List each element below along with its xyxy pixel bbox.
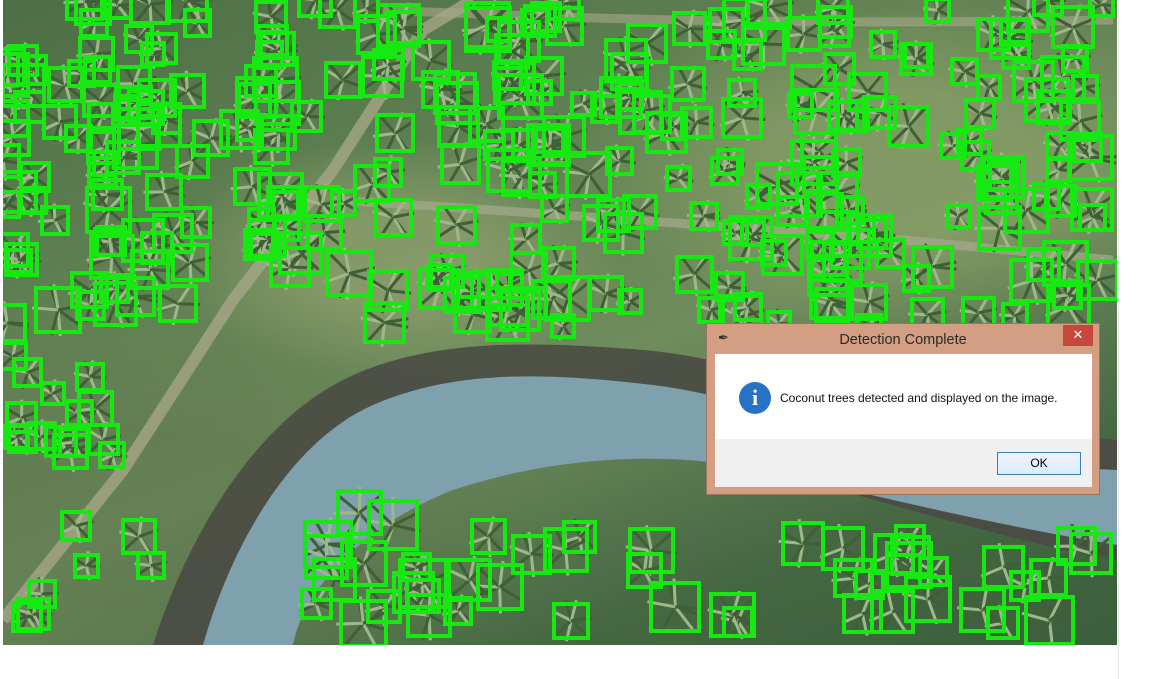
palm-crown (119, 516, 159, 555)
palm-crown (884, 102, 926, 150)
palm-crown (324, 62, 363, 101)
palm-crown (372, 111, 415, 155)
palm-crown (1021, 593, 1078, 645)
palm-crown (668, 65, 708, 104)
detection-complete-dialog: ✒ Detection Complete ✕ i Coconut trees d… (706, 323, 1100, 495)
palm-crown (1059, 44, 1091, 75)
palm-crown (168, 70, 206, 110)
palm-crown (323, 247, 376, 300)
palm-crown (360, 303, 409, 347)
palm-crown (587, 273, 626, 314)
palm-crown (908, 243, 957, 290)
palm-crown (3, 301, 29, 342)
palm-crown (527, 169, 559, 201)
palm-crown (449, 269, 493, 312)
palm-crown (72, 551, 101, 581)
palm-crown (441, 594, 472, 625)
palm-crown (3, 121, 30, 158)
palm-crown (1040, 239, 1088, 290)
palm-crown (1043, 130, 1073, 162)
palm-crown (551, 599, 593, 642)
palm-crown (252, 0, 289, 36)
palm-crown (707, 590, 758, 640)
palm-crown (778, 518, 828, 568)
palm-crown (569, 89, 598, 118)
palm-crown (288, 98, 325, 133)
palm-crown (143, 171, 186, 212)
palm-crown (170, 241, 212, 284)
palm-crown (1001, 184, 1051, 235)
palm-crown (901, 572, 954, 625)
palm-crown (829, 145, 864, 180)
palm-crown (156, 284, 201, 326)
dialog-message: Coconut trees detected and displayed on … (780, 391, 1058, 405)
dialog-footer: OK (715, 439, 1092, 487)
palm-crown (563, 153, 611, 200)
ok-button[interactable]: OK (997, 452, 1081, 475)
palm-crown (897, 40, 935, 78)
palm-crown (549, 311, 576, 341)
palm-crown (437, 141, 483, 185)
palm-crown (63, 124, 94, 155)
palm-crown (975, 73, 1003, 102)
palm-crown (663, 163, 694, 192)
palm-crown (258, 28, 298, 67)
palm-crown (178, 204, 214, 240)
close-button[interactable]: ✕ (1063, 325, 1093, 346)
palm-crown (626, 550, 665, 590)
dialog-title: Detection Complete (839, 332, 967, 348)
info-icon: i (739, 382, 771, 414)
palm-crown (1044, 154, 1074, 185)
app-window: ✒ Detection Complete ✕ i Coconut trees d… (0, 0, 1119, 679)
palm-crown (174, 142, 208, 181)
dialog-body: i Coconut trees detected and displayed o… (715, 354, 1092, 439)
palm-crown (944, 201, 972, 231)
palm-crown (963, 96, 998, 131)
palm-crown (948, 57, 980, 88)
palm-crown (73, 360, 107, 393)
palm-crown (695, 294, 727, 326)
palm-crown (848, 281, 890, 323)
palm-crown (366, 268, 412, 314)
palm-crown (712, 269, 747, 304)
palm-crown (867, 28, 899, 61)
palm-crown (39, 379, 67, 407)
palm-crown (984, 604, 1022, 640)
palm-crown (508, 222, 542, 255)
palm-crown (726, 76, 759, 109)
palm-crown (468, 516, 504, 557)
palm-crown (708, 154, 742, 185)
palm-crown (509, 531, 554, 578)
palm-crown (672, 254, 712, 296)
palm-crown (101, 0, 135, 21)
dialog-titlebar[interactable]: ✒ Detection Complete ✕ (707, 324, 1099, 354)
palm-crown (1009, 569, 1043, 604)
palm-crown (615, 286, 644, 316)
palm-crown (75, 388, 115, 428)
palm-crown (351, 0, 382, 25)
palm-crown (134, 0, 174, 28)
palm-crown (315, 0, 356, 31)
palm-crown (841, 591, 885, 636)
palm-crown (90, 283, 141, 329)
palm-crown (134, 549, 168, 583)
